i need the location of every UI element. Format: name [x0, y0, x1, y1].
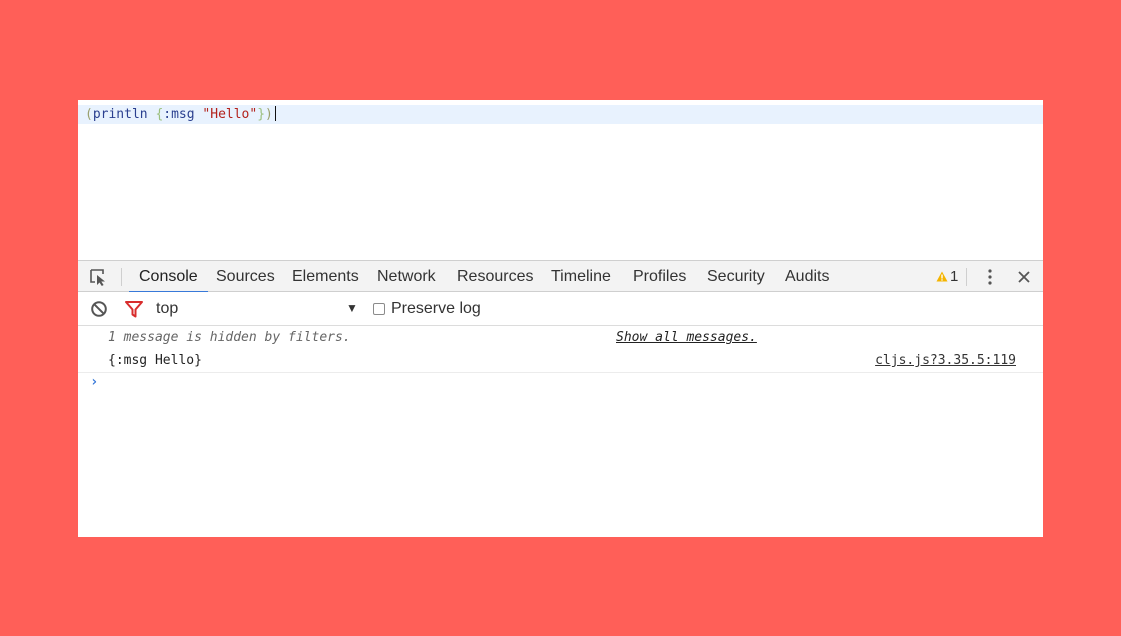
- tab-timeline[interactable]: Timeline: [541, 261, 621, 292]
- tab-audits[interactable]: Audits: [775, 261, 839, 292]
- warnings-count: 1: [950, 268, 959, 285]
- toolbar-divider: [966, 268, 967, 286]
- preserve-log-checkbox[interactable]: [373, 302, 385, 315]
- context-selector[interactable]: top: [156, 292, 178, 325]
- tab-profiles[interactable]: Profiles: [623, 261, 696, 292]
- token-open-paren: (: [85, 107, 93, 122]
- context-dropdown-arrow-icon[interactable]: ▼: [346, 292, 358, 325]
- warning-icon: [936, 271, 948, 282]
- show-all-messages-link[interactable]: Show all messages.: [616, 326, 757, 349]
- token-keyword: :msg: [163, 107, 195, 122]
- log-source-link[interactable]: cljs.js?3.35.5:119: [875, 349, 1016, 372]
- vertical-dots-icon: [988, 269, 992, 285]
- tab-console[interactable]: Console: [129, 261, 208, 293]
- console-log-row: {:msg Hello} cljs.js?3.35.5:119: [78, 349, 1043, 373]
- devtools-panel: Console Sources Elements Network Resourc…: [78, 260, 1043, 537]
- close-icon: [1018, 271, 1030, 283]
- console-prompt-icon[interactable]: ›: [90, 374, 98, 390]
- token-function: println: [92, 107, 148, 122]
- filter-funnel-icon: [125, 301, 143, 318]
- tab-elements[interactable]: Elements: [282, 261, 369, 292]
- hidden-messages-notice: 1 message is hidden by filters. Show all…: [78, 326, 1043, 349]
- token-string: "Hello": [202, 107, 258, 122]
- token-close-brace: }: [257, 107, 266, 122]
- tab-resources[interactable]: Resources: [447, 261, 543, 292]
- more-options-button[interactable]: [983, 268, 997, 286]
- toolbar-divider: [121, 268, 122, 286]
- editor-line[interactable]: (println {:msg "Hello"}): [78, 105, 1043, 124]
- code-editor[interactable]: (println {:msg "Hello"}): [78, 100, 1043, 260]
- log-message-text: {:msg Hello}: [108, 353, 202, 368]
- warnings-counter[interactable]: 1: [936, 261, 958, 292]
- preserve-log-option[interactable]: Preserve log: [373, 292, 481, 325]
- inspect-element-button[interactable]: [88, 267, 110, 287]
- tab-sources[interactable]: Sources: [206, 261, 285, 292]
- tab-network[interactable]: Network: [367, 261, 446, 292]
- filter-button[interactable]: [124, 300, 144, 318]
- hidden-messages-text: 1 message is hidden by filters.: [108, 330, 351, 345]
- devtools-tabbar: Console Sources Elements Network Resourc…: [78, 260, 1043, 293]
- clear-console-button[interactable]: [90, 300, 108, 318]
- close-devtools-button[interactable]: [1015, 268, 1033, 286]
- text-caret: [274, 106, 276, 121]
- token-close-paren: ): [265, 107, 273, 122]
- console-messages: 1 message is hidden by filters. Show all…: [78, 326, 1043, 373]
- app-window: (println {:msg "Hello"}) Console Sources…: [78, 100, 1043, 537]
- clear-icon: [91, 301, 107, 317]
- inspect-cursor-icon: [90, 269, 105, 286]
- tab-security[interactable]: Security: [697, 261, 775, 292]
- console-toolbar: top ▼ Preserve log: [78, 292, 1043, 326]
- preserve-log-label: Preserve log: [391, 299, 481, 317]
